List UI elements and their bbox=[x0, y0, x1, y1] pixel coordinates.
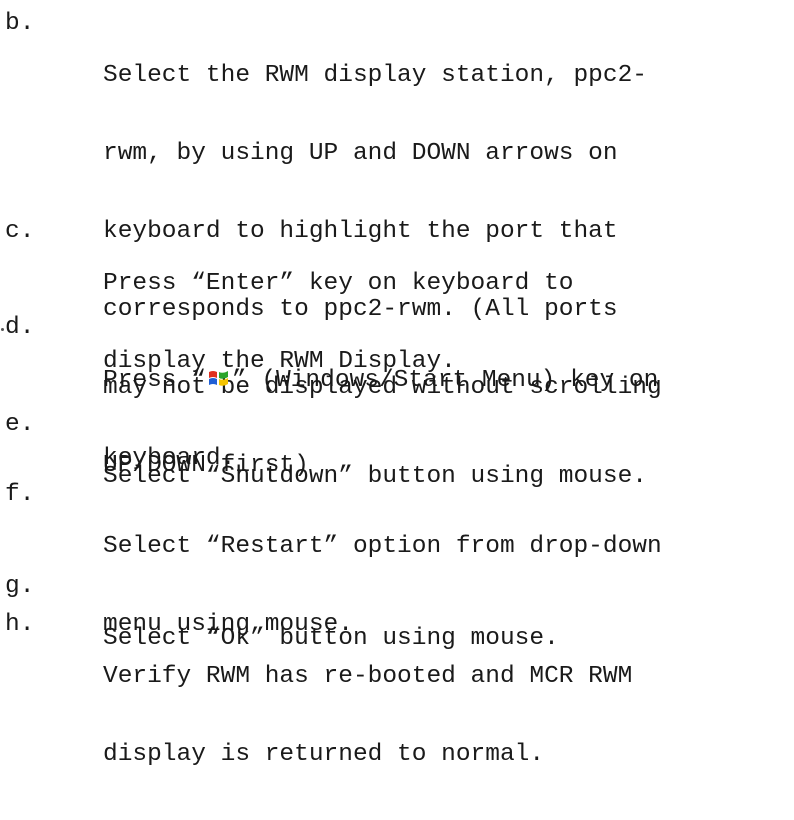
step-letter: f. bbox=[5, 481, 35, 508]
step-line: Press “ ” (Windows/Start Menu) key on bbox=[103, 367, 794, 394]
step-letter: g. bbox=[5, 573, 35, 600]
step-h: h. Verify RWM has re-booted and MCR RWM … bbox=[0, 612, 794, 820]
step-line: Verify RWM has re-booted and MCR RWM bbox=[103, 663, 633, 690]
step-letter: b. bbox=[5, 10, 35, 37]
step-d-text-after-icon: ” (Windows/Start Menu) key on bbox=[231, 367, 659, 394]
windows-logo-icon bbox=[208, 371, 228, 386]
step-letter: c. bbox=[5, 218, 35, 245]
step-letter: d. bbox=[5, 314, 35, 341]
step-line: Select the RWM display station, ppc2- bbox=[103, 62, 647, 89]
step-line: display is returned to normal. bbox=[103, 741, 545, 768]
step-line: Select “Restart” option from drop-down bbox=[103, 533, 662, 560]
step-text: Verify RWM has re-booted and MCR RWM dis… bbox=[103, 612, 794, 820]
step-letter: h. bbox=[5, 611, 35, 638]
step-d-text-before-icon: Press “ bbox=[103, 367, 206, 394]
step-line: rwm, by using UP and DOWN arrows on bbox=[103, 140, 618, 167]
step-letter: e. bbox=[5, 411, 35, 438]
step-line: Press “Enter” key on keyboard to bbox=[103, 270, 574, 297]
